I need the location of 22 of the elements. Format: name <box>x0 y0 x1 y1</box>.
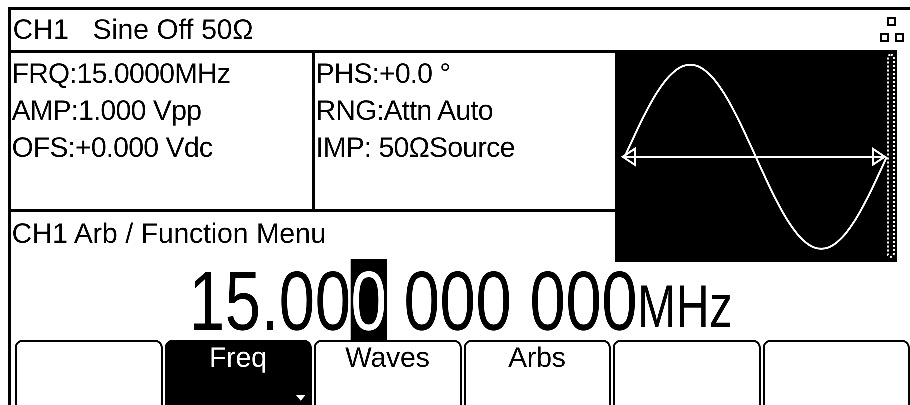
connection-icon <box>880 17 904 43</box>
softkey-tab[interactable]: Freq <box>164 340 312 405</box>
frequency-digits: 000 000 <box>404 259 638 343</box>
channel-label: CH1 <box>13 16 70 44</box>
parameter-text: PHS:+0.0 ° <box>316 57 452 91</box>
parameter-text: AMP:1.000 Vpp <box>12 94 203 128</box>
double-arrow-icon <box>621 147 887 167</box>
caret-icon <box>296 395 306 401</box>
softkey-tab[interactable] <box>613 340 760 405</box>
menu-title: CH1 Arb / Function Menu <box>11 217 328 251</box>
channel-status: Sine Off 50Ω <box>93 16 254 44</box>
softkey-tab[interactable]: Waves <box>314 340 462 405</box>
softkey-tab[interactable]: Arbs <box>464 340 611 405</box>
parameter-text: IMP: 50ΩSource <box>316 131 516 165</box>
parameter-text: RNG:Attn Auto <box>316 94 494 128</box>
softkey-tab[interactable] <box>15 340 162 405</box>
frequency-digits: 0 <box>350 259 387 343</box>
frequency-unit: MHz <box>637 277 732 337</box>
parameter-text: OFS:+0.000 Vdc <box>12 131 214 165</box>
frequency-digits: 15.00 <box>188 259 351 343</box>
softkey-tab[interactable] <box>762 340 910 405</box>
parameter-text: FRQ:15.0000MHz <box>12 57 232 91</box>
